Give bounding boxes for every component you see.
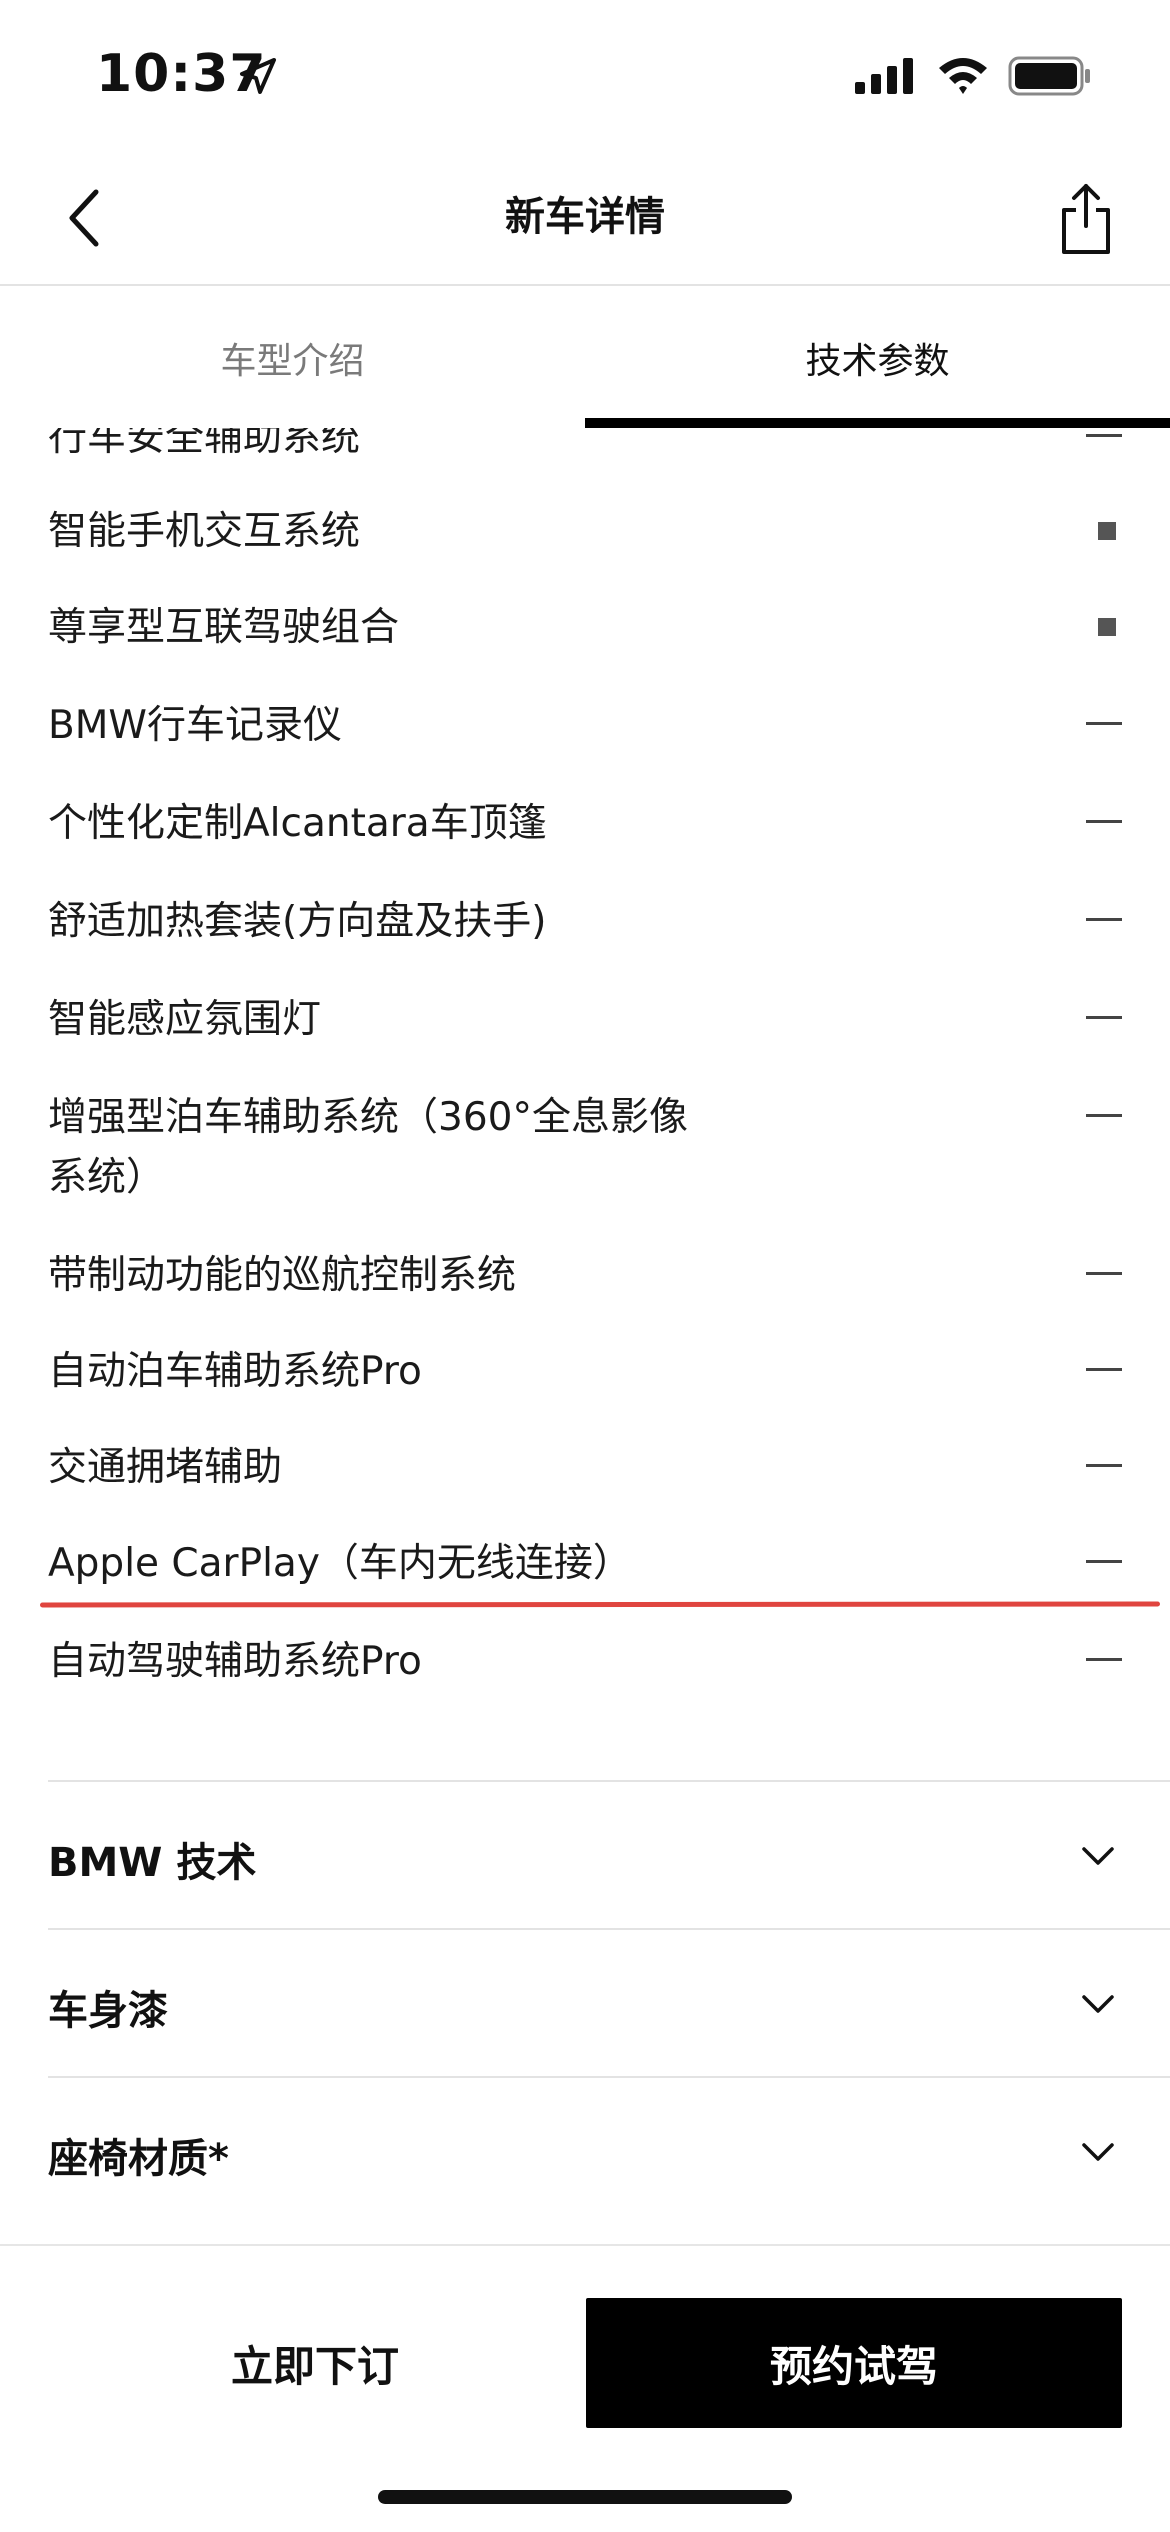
dash-icon bbox=[1086, 1114, 1122, 1117]
spec-name: Apple CarPlay（车内无线连接） bbox=[48, 1541, 632, 1586]
location-arrow-icon bbox=[240, 58, 276, 94]
spec-mark-standard bbox=[1082, 598, 1122, 658]
list-item: 增强型泊车辅助系统（360°全息影像系统） bbox=[48, 1088, 1122, 1208]
chevron-down-icon bbox=[1082, 1847, 1114, 1865]
home-indicator[interactable] bbox=[378, 2490, 792, 2504]
navigation-bar: 新车详情 bbox=[0, 150, 1170, 286]
section-title: 座椅材质* bbox=[48, 2136, 229, 2182]
square-icon bbox=[1098, 522, 1116, 540]
list-item: 自动驾驶辅助系统Pro bbox=[48, 1632, 1122, 1692]
chevron-down-icon bbox=[1082, 2143, 1114, 2161]
list-item: 尊享型互联驾驶组合 bbox=[48, 598, 1122, 658]
spec-mark-not-available bbox=[1082, 794, 1122, 854]
dash-icon bbox=[1086, 722, 1122, 725]
spec-mark-not-available bbox=[1082, 892, 1122, 952]
spec-name: 尊享型互联驾驶组合 bbox=[48, 605, 400, 650]
battery-icon bbox=[1008, 56, 1090, 96]
dash-icon bbox=[1086, 434, 1122, 437]
dash-icon bbox=[1086, 1464, 1122, 1467]
list-item: 智能感应氛围灯 bbox=[48, 990, 1122, 1050]
spec-mark-not-available bbox=[1082, 1246, 1122, 1306]
book-test-drive-button[interactable]: 预约试驾 bbox=[586, 2298, 1122, 2428]
page-title: 新车详情 bbox=[505, 194, 665, 240]
list-item: 带制动功能的巡航控制系统 bbox=[48, 1246, 1122, 1306]
spec-mark-not-available bbox=[1082, 1438, 1122, 1498]
spec-name: 智能手机交互系统 bbox=[48, 509, 361, 554]
list-item: 个性化定制Alcantara车顶篷 bbox=[48, 794, 1122, 854]
list-item: BMW行车记录仪 bbox=[48, 696, 1122, 756]
spec-mark-not-available bbox=[1082, 1534, 1122, 1594]
wifi-icon bbox=[939, 58, 987, 94]
list-item: 智能手机交互系统 bbox=[48, 502, 1122, 562]
spec-mark-standard bbox=[1082, 502, 1122, 562]
spec-list: 行车安全辅助系统 智能手机交互系统 尊享型互联驾驶组合 BMW行车记录仪 个性化… bbox=[0, 428, 1170, 1756]
section-title: BMW 技术 bbox=[48, 1840, 257, 1886]
spec-mark-not-available bbox=[1082, 696, 1122, 756]
spec-mark-not-available bbox=[1082, 990, 1122, 1050]
spec-mark-not-available bbox=[1082, 428, 1122, 468]
section-seat-material[interactable]: 座椅材质* bbox=[48, 2076, 1170, 2224]
dash-icon bbox=[1086, 1658, 1122, 1661]
bottom-action-bar: 立即下订 预约试驾 bbox=[0, 2244, 1170, 2532]
spec-name: 增强型泊车辅助系统（360°全息影像系统） bbox=[48, 1095, 688, 1200]
spec-name: 自动泊车辅助系统Pro bbox=[48, 1349, 422, 1394]
list-item: 交通拥堵辅助 bbox=[48, 1438, 1122, 1498]
spec-name: 智能感应氛围灯 bbox=[48, 997, 322, 1042]
spec-name: 个性化定制Alcantara车顶篷 bbox=[48, 801, 547, 846]
list-item: 舒适加热套装(方向盘及扶手) bbox=[48, 892, 1122, 952]
list-item: 行车安全辅助系统 bbox=[48, 428, 1122, 468]
spec-name: 带制动功能的巡航控制系统 bbox=[48, 1253, 517, 1298]
spec-name: 行车安全辅助系统 bbox=[48, 428, 361, 460]
dash-icon bbox=[1086, 918, 1122, 921]
tab-tech-specs[interactable]: 技术参数 bbox=[585, 288, 1170, 428]
spec-mark-not-available bbox=[1082, 1632, 1122, 1692]
spec-name: 交通拥堵辅助 bbox=[48, 1445, 283, 1490]
chevron-down-icon bbox=[1082, 1995, 1114, 2013]
spec-mark-not-available bbox=[1082, 1342, 1122, 1402]
square-icon bbox=[1098, 618, 1116, 636]
spec-name: BMW行车记录仪 bbox=[48, 703, 342, 748]
spec-name: 舒适加热套装(方向盘及扶手) bbox=[48, 899, 547, 944]
share-icon[interactable] bbox=[1056, 180, 1116, 256]
cellular-signal-icon bbox=[855, 58, 913, 94]
tab-model-intro[interactable]: 车型介绍 bbox=[0, 288, 585, 428]
spec-name: 自动驾驶辅助系统Pro bbox=[48, 1639, 422, 1684]
annotation-underline bbox=[39, 1601, 1161, 1608]
spec-mark-not-available bbox=[1082, 1088, 1122, 1148]
status-bar: 10:37 bbox=[0, 0, 1170, 150]
dash-icon bbox=[1086, 1016, 1122, 1019]
dash-icon bbox=[1086, 1368, 1122, 1371]
dash-icon bbox=[1086, 1272, 1122, 1275]
section-bmw-tech[interactable]: BMW 技术 bbox=[48, 1780, 1170, 1928]
list-item: Apple CarPlay（车内无线连接） bbox=[48, 1534, 1122, 1594]
tab-bar: 车型介绍 技术参数 bbox=[0, 288, 1170, 428]
section-body-paint[interactable]: 车身漆 bbox=[48, 1928, 1170, 2076]
dash-icon bbox=[1086, 820, 1122, 823]
dash-icon bbox=[1086, 1560, 1122, 1563]
list-item: 自动泊车辅助系统Pro bbox=[48, 1342, 1122, 1402]
section-title: 车身漆 bbox=[48, 1988, 168, 2034]
order-now-button[interactable]: 立即下订 bbox=[48, 2298, 582, 2428]
